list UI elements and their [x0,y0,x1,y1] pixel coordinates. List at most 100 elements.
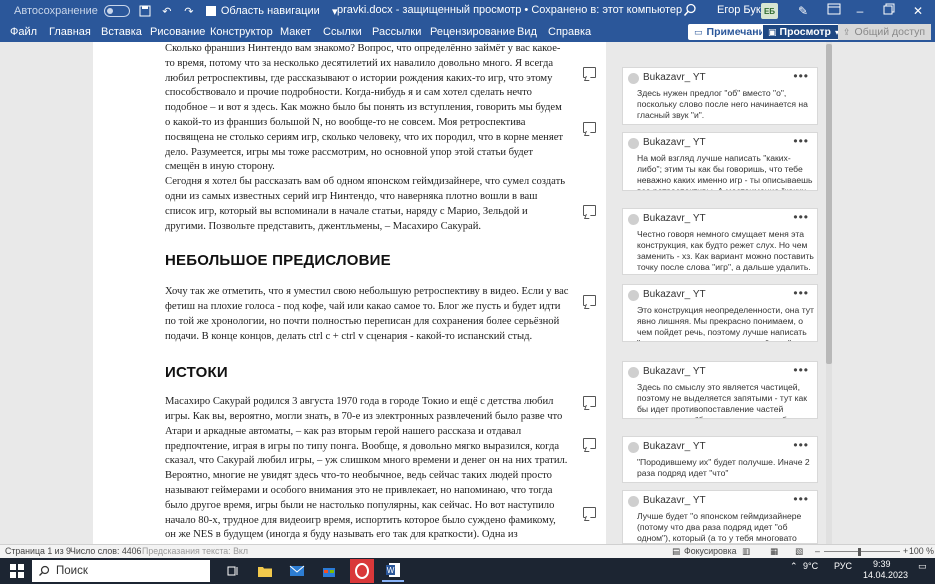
comment-icon: ▭ [694,26,703,37]
system-tray-chevron-icon[interactable]: ⌃ [790,561,798,572]
text-prediction-status[interactable]: Предсказания текста: Вкл [142,546,248,556]
weather-text[interactable]: 9°C [803,561,818,571]
comment-card[interactable]: Bukazavr_ YT ••• "Породившему их" будет … [622,436,818,483]
comment-text: Лучше будет "о японском геймдизайнере (п… [637,511,802,543]
svg-text:W: W [387,566,395,575]
user-icon [628,496,639,507]
read-mode-icon[interactable]: ▥ [742,546,750,557]
clock-date[interactable]: 14.04.2023 [863,570,908,580]
restore-icon[interactable] [881,3,897,19]
comment-card[interactable]: Bukazavr_ YT ••• Здесь по смыслу это явл… [622,361,818,419]
autosave-toggle[interactable] [103,5,130,17]
paragraph-origins[interactable]: Масахиро Сакурай родился 3 августа 1970 … [165,395,569,544]
paragraph-intro[interactable]: Сколько франшиз Нинтендо вам знакомо? Во… [165,42,569,175]
share-button-label: Общий доступ [854,26,926,38]
heading-preface[interactable]: НЕБОЛЬШОЕ ПРЕДИСЛОВИЕ [165,253,569,269]
web-layout-icon[interactable]: ▧ [795,546,803,557]
more-options-icon[interactable]: ••• [793,286,809,300]
page-count[interactable]: Страница 1 из 9 [5,546,71,556]
search-icon[interactable] [683,3,697,17]
share-button[interactable]: ⇪ Общий доступ [838,24,931,40]
comment-marker-icon[interactable] [583,438,596,449]
windows-start-icon[interactable] [10,564,24,578]
menu-design[interactable]: Конструктор [210,22,273,42]
pen-icon[interactable]: ✎ [795,3,811,19]
clock-time[interactable]: 9:39 [873,559,891,569]
comment-card[interactable]: Bukazavr_ YT ••• Лучше будет "о японском… [622,490,818,544]
comment-text: Здесь нужен предлог "об" вместо "о", пос… [637,88,808,120]
comment-marker-icon[interactable] [583,295,596,306]
undo-icon[interactable]: ↶ [160,4,174,18]
title-bar: Автосохранение ↶ ↷ Область навигации ▾ p… [0,0,935,22]
mail-icon[interactable] [286,560,308,582]
comment-marker-icon[interactable] [583,67,596,78]
taskbar-search-box[interactable]: Поиск [32,560,210,582]
focus-icon[interactable]: ▤ [672,546,680,557]
word-count[interactable]: Число слов: 4406 [70,546,141,556]
comment-author: Bukazavr_ YT [643,137,706,148]
menu-references[interactable]: Ссылки [323,22,362,42]
comment-card[interactable]: Bukazavr_ YT ••• Честно говоря немного с… [622,208,818,275]
menu-layout[interactable]: Макет [280,22,311,42]
menu-view[interactable]: Вид [517,22,537,42]
comment-card[interactable]: Bukazavr_ YT ••• На мой взгляд лучше нап… [622,132,818,191]
comment-card[interactable]: Bukazavr_ YT ••• Это конструкция неопред… [622,284,818,342]
minimize-icon[interactable]: – [852,3,868,19]
view-mode-button[interactable]: ▣ Просмотр ▾ [762,24,845,40]
comment-text: На мой взгляд лучше написать "каких-либо… [637,153,813,191]
user-icon [628,214,639,225]
menu-file[interactable]: Файл [10,22,37,42]
comment-marker-icon[interactable] [583,122,596,133]
zoom-slider[interactable] [824,551,900,552]
zoom-in-icon[interactable]: + [903,546,908,556]
more-options-icon[interactable]: ••• [793,492,809,506]
more-options-icon[interactable]: ••• [793,438,809,452]
store-icon[interactable] [318,560,340,582]
menu-help[interactable]: Справка [548,22,591,42]
opera-icon[interactable] [350,559,374,583]
word-icon[interactable]: W [382,560,404,582]
focus-mode-label[interactable]: Фокусировка [684,546,737,556]
comment-author: Bukazavr_ YT [643,366,706,377]
comment-marker-icon[interactable] [583,396,596,407]
ribbon-display-icon[interactable] [826,3,842,19]
menu-mailings[interactable]: Рассылки [372,22,421,42]
print-layout-icon[interactable]: ▦ [770,546,778,557]
heading-origins[interactable]: ИСТОКИ [165,365,569,381]
comment-author: Bukazavr_ YT [643,441,706,452]
menu-home[interactable]: Главная [49,22,91,42]
comment-marker-icon[interactable] [583,205,596,216]
zoom-slider-thumb[interactable] [858,548,861,556]
menu-draw[interactable]: Рисование [150,22,205,42]
zoom-out-icon[interactable]: – [815,546,820,556]
document-page[interactable]: Сколько франшиз Нинтендо вам знакомо? Во… [93,42,606,544]
notifications-icon[interactable]: ▭ [918,561,927,572]
view-mode-label: Просмотр [779,26,831,38]
comment-text: Здесь по смыслу это является частицей, п… [637,382,810,418]
document-body[interactable]: Сколько франшиз Нинтендо вам знакомо? Во… [165,42,569,544]
menu-insert[interactable]: Вставка [101,22,142,42]
zoom-level[interactable]: 100 % [909,546,934,556]
language-indicator[interactable]: РУС [834,561,852,571]
more-options-icon[interactable]: ••• [793,363,809,377]
close-icon[interactable]: ✕ [910,3,926,19]
user-icon [628,367,639,378]
navigation-pane-checkbox[interactable] [205,6,216,16]
search-icon [39,565,50,576]
task-view-icon[interactable] [222,560,244,582]
comment-marker-icon[interactable] [583,507,596,518]
more-options-icon[interactable]: ••• [793,69,809,83]
share-icon: ⇪ [843,26,851,37]
menu-review[interactable]: Рецензирование [430,22,515,42]
comment-author: Bukazavr_ YT [643,72,706,83]
redo-icon[interactable]: ↷ [182,4,196,18]
more-options-icon[interactable]: ••• [793,210,809,224]
file-explorer-icon[interactable] [254,560,276,582]
comment-card[interactable]: Bukazavr_ YT ••• Здесь нужен предлог "об… [622,67,818,125]
user-icon [628,290,639,301]
paragraph-sakurai[interactable]: Сегодня я хотел бы рассказать вам об одн… [165,175,569,234]
more-options-icon[interactable]: ••• [793,134,809,148]
save-icon[interactable] [138,4,152,18]
paragraph-preface[interactable]: Хочу так же отметить, что я уместил свою… [165,285,569,344]
avatar[interactable]: ЕБ [761,3,778,19]
